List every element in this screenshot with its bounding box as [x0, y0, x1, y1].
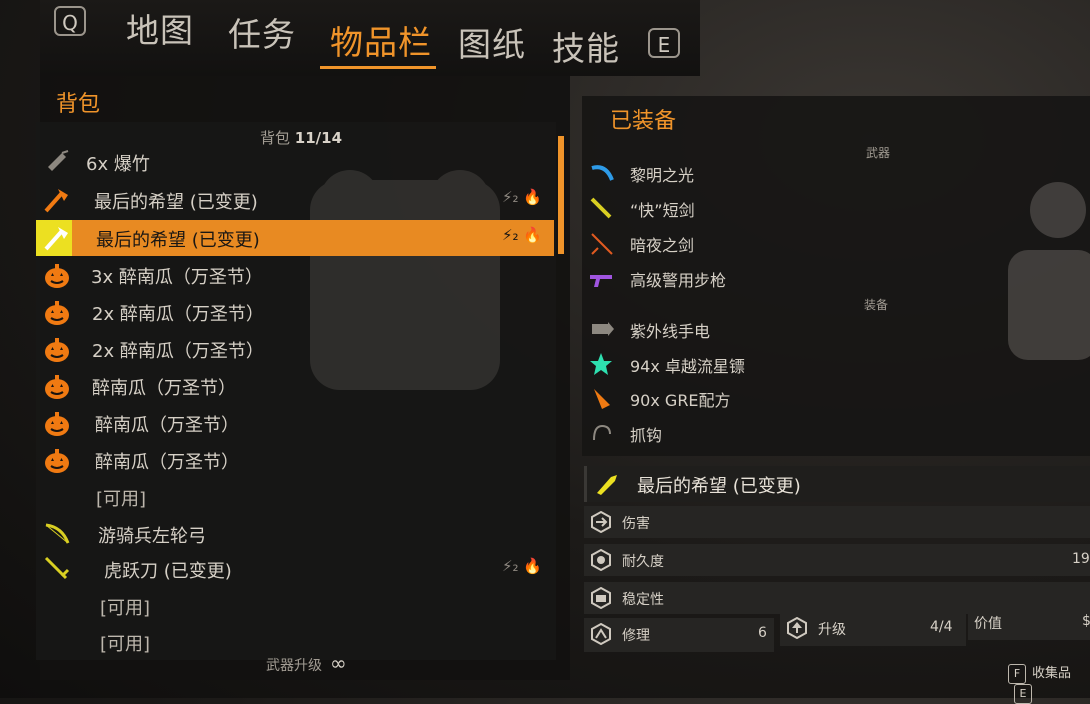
- tab-quests[interactable]: 任务: [228, 8, 296, 56]
- backpack-item-label: 最后的希望 (已变更): [94, 192, 258, 213]
- tab-skills[interactable]: 技能: [552, 22, 620, 70]
- throwing-star-icon: [588, 351, 614, 377]
- backpack-item[interactable]: [可用]: [36, 588, 554, 624]
- backpack-scrollbar[interactable]: [558, 136, 564, 254]
- equipped-weapon-label: 黎明之光: [630, 166, 695, 185]
- upgrade-count: 4/4: [930, 619, 953, 635]
- backpack-title: 背包: [56, 92, 101, 117]
- backpack-item[interactable]: 3x 醉南瓜（万圣节）: [36, 257, 554, 293]
- backpack-item-label: 2x 醉南瓜（万圣节）: [92, 341, 264, 362]
- equipped-title: 已装备: [610, 109, 677, 134]
- tab-map[interactable]: 地图: [126, 4, 194, 52]
- pumpkin-icon: [42, 408, 72, 438]
- item-detail-name: 最后的希望 (已变更): [637, 476, 801, 497]
- backpack-item-label: 游骑兵左轮弓: [98, 526, 206, 547]
- tab-next-key[interactable]: E: [648, 28, 680, 58]
- damage-icon: [591, 511, 611, 533]
- backpack-item-selected[interactable]: 最后的希望 (已变更) ⚡₂ 🔥: [36, 220, 554, 256]
- backpack-item[interactable]: 最后的希望 (已变更) ⚡₂ 🔥: [36, 182, 554, 218]
- backpack-item[interactable]: 游骑兵左轮弓: [36, 516, 554, 552]
- gear-section-label: 装备: [864, 298, 889, 312]
- sword-icon: [588, 160, 614, 186]
- item-perk-icons: ⚡₂ 🔥: [502, 188, 542, 206]
- rifle-icon: [588, 265, 614, 291]
- tab-blueprints[interactable]: 图纸: [458, 18, 526, 66]
- item-perk-icons: ⚡₂ 🔥: [502, 557, 542, 575]
- backpack-item-label: 虎跃刀 (已变更): [104, 561, 232, 582]
- equipped-gear-label: 抓钩: [630, 426, 663, 445]
- backpack-item[interactable]: 醉南瓜（万圣节）: [36, 368, 554, 404]
- tab-prev-key[interactable]: Q: [54, 6, 86, 36]
- equipped-weapon[interactable]: “快”短剑: [584, 191, 1084, 225]
- equipped-weapon-label: 暗夜之剑: [630, 236, 695, 255]
- equipped-gear-label: 紫外线手电: [630, 322, 711, 341]
- blade-icon: [42, 554, 72, 584]
- backpack-item[interactable]: 虎跃刀 (已变更) ⚡₂ 🔥: [36, 551, 554, 587]
- backpack-item[interactable]: 醉南瓜（万圣节）: [36, 405, 554, 441]
- equipped-weapon-label: “快”短剑: [630, 201, 695, 220]
- pumpkin-icon: [42, 371, 72, 401]
- durability-icon: [591, 549, 611, 571]
- backpack-item-label: 2x 醉南瓜（万圣节）: [92, 304, 264, 325]
- backpack-item-label: 6x 爆竹: [86, 154, 150, 175]
- repair-count: 6: [758, 625, 767, 641]
- pumpkin-icon: [42, 297, 72, 327]
- uv-flashlight-icon: [588, 316, 614, 342]
- backpack-item-label: 3x 醉南瓜（万圣节）: [91, 267, 263, 288]
- equipped-gear[interactable]: 紫外线手电: [584, 312, 1084, 346]
- equipped-weapon-label: 高级警用步枪: [630, 271, 727, 290]
- backpack-item-label: 最后的希望 (已变更): [96, 230, 260, 251]
- grappling-hook-icon: [588, 420, 614, 446]
- machete-icon: [588, 230, 614, 256]
- backpack-item[interactable]: 醉南瓜（万圣节）: [36, 442, 554, 478]
- stat-durability: 耐久度 19: [584, 544, 1090, 576]
- backpack-item-label: 醉南瓜（万圣节）: [92, 378, 236, 399]
- price-value: $: [1082, 613, 1090, 629]
- dagger-icon: [588, 195, 614, 221]
- upgrade-icon: [787, 617, 807, 639]
- pumpkin-icon: [42, 334, 72, 364]
- equipped-gear-label: 94x 卓越流星镖: [630, 357, 745, 376]
- bow-icon: [42, 519, 72, 549]
- equipped-gear-label: 90x GRE配方: [630, 391, 731, 410]
- tab-inventory[interactable]: 物品栏: [330, 16, 432, 64]
- pumpkin-icon: [42, 445, 72, 475]
- upgrade-button[interactable]: 升级 4/4: [780, 612, 966, 646]
- weapon-upgrade-counter: 武器升级 ∞: [266, 651, 347, 675]
- equipped-gear[interactable]: 94x 卓越流星镖: [584, 347, 1084, 381]
- backpack-item[interactable]: [可用]: [36, 479, 554, 515]
- durability-value: 19: [1072, 551, 1090, 567]
- axe-icon: [42, 185, 72, 215]
- active-tab-underline: [320, 66, 436, 69]
- backpack-item[interactable]: 2x 醉南瓜（万圣节）: [36, 331, 554, 367]
- recipe-icon: [588, 385, 614, 411]
- backpack-item-label: [可用]: [96, 489, 147, 510]
- equipped-gear[interactable]: 90x GRE配方: [584, 381, 1084, 415]
- backpack-item[interactable]: 6x 爆竹: [36, 144, 554, 180]
- firecracker-icon: [42, 147, 72, 177]
- equipped-weapon[interactable]: 高级警用步枪: [584, 261, 1084, 295]
- backpack-item-label: 醉南瓜（万圣节）: [95, 452, 239, 473]
- pumpkin-icon: [42, 260, 72, 290]
- backpack-item[interactable]: 2x 醉南瓜（万圣节）: [36, 294, 554, 330]
- equipped-gear[interactable]: 抓钩: [584, 416, 1084, 450]
- stat-damage: 伤害: [584, 506, 1090, 538]
- stability-icon: [591, 587, 611, 609]
- item-detail-header: 最后的希望 (已变更): [584, 466, 1090, 502]
- item-perk-icons: ⚡₂ 🔥: [502, 226, 542, 244]
- backpack-item-label: 醉南瓜（万圣节）: [95, 415, 239, 436]
- repair-icon: [591, 623, 611, 645]
- inventory-screen: Q 地图 任务 物品栏 图纸 技能 E 背包 背包 11/14 6x 爆竹 最后的…: [0, 0, 1090, 704]
- axe-icon: [597, 475, 617, 495]
- repair-button[interactable]: 修理 6: [584, 618, 774, 652]
- equipped-weapon[interactable]: 黎明之光: [584, 156, 1084, 190]
- equipped-weapon[interactable]: 暗夜之剑: [584, 226, 1084, 260]
- axe-icon: [42, 223, 72, 253]
- backpack-item-label: [可用]: [100, 598, 151, 619]
- price-field: 价值 $: [968, 606, 1090, 640]
- backpack-item-label: [可用]: [100, 634, 151, 655]
